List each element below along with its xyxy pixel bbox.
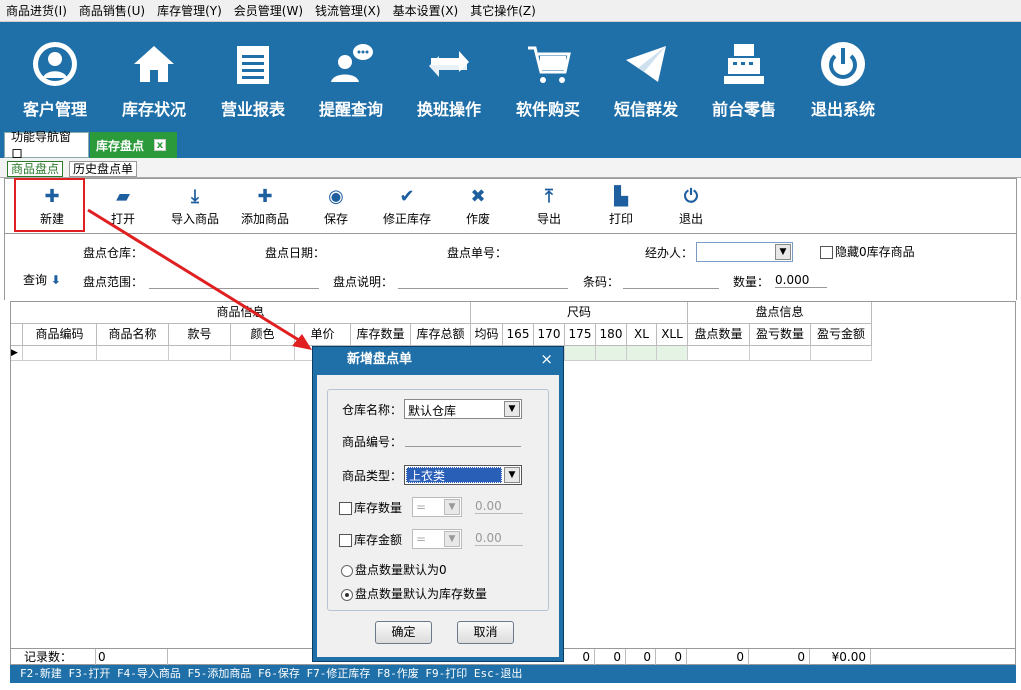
radio-circle — [341, 564, 353, 577]
goods-code-field[interactable] — [405, 433, 521, 447]
radio-label: 盘点数量默认为0 — [355, 563, 447, 577]
stock-qty-operator[interactable]: = ▼ — [412, 497, 462, 517]
warehouse-name-label: 仓库名称： — [342, 403, 403, 417]
warehouse-value: 默认仓库 — [408, 404, 457, 418]
chevron-down-icon: ▼ — [444, 499, 460, 515]
stock-amount-operator[interactable]: = ▼ — [412, 529, 462, 549]
stock-qty-label: 库存数量 — [354, 501, 403, 515]
checkbox-box — [339, 502, 352, 515]
checkbox-box — [339, 534, 352, 547]
stock-amount-label: 库存金额 — [354, 533, 403, 547]
operator-value: = — [416, 500, 427, 514]
dialog-body: 仓库名称： 默认仓库 ▼ 商品编号： 商品类型： 上衣类 ▼ 库存数量 = ▼ 0.0… — [317, 375, 559, 657]
operator-value: = — [416, 532, 427, 546]
stock-amount-checkbox[interactable]: 库存金额 — [339, 531, 402, 548]
ok-button[interactable]: 确定 — [375, 621, 432, 644]
radio-label: 盘点数量默认为库存数量 — [355, 587, 488, 601]
goods-code-label: 商品编号： — [342, 435, 403, 449]
chevron-down-icon: ▼ — [504, 467, 520, 483]
radio-circle — [341, 588, 353, 601]
stock-amount-value[interactable]: 0.00 — [475, 531, 523, 546]
stock-qty-checkbox[interactable]: 库存数量 — [339, 499, 402, 516]
warehouse-select[interactable]: 默认仓库 ▼ — [404, 399, 522, 419]
stock-qty-value[interactable]: 0.00 — [475, 499, 523, 514]
goods-type-value: 上衣类 — [406, 467, 502, 483]
radio-default-zero[interactable]: 盘点数量默认为0 — [341, 561, 447, 578]
goods-type-label: 商品类型： — [342, 469, 403, 483]
cancel-button[interactable]: 取消 — [457, 621, 514, 644]
goods-type-select[interactable]: 上衣类 ▼ — [404, 465, 522, 485]
new-stocktake-dialog: 新增盘点单 × 仓库名称： 默认仓库 ▼ 商品编号： 商品类型： 上衣类 ▼ 库存数… — [312, 346, 564, 662]
dialog-title: 新增盘点单 — [347, 352, 413, 367]
radio-default-stock[interactable]: 盘点数量默认为库存数量 — [341, 585, 487, 602]
chevron-down-icon: ▼ — [504, 401, 520, 417]
chevron-down-icon: ▼ — [444, 531, 460, 547]
close-icon[interactable]: × — [540, 351, 553, 367]
